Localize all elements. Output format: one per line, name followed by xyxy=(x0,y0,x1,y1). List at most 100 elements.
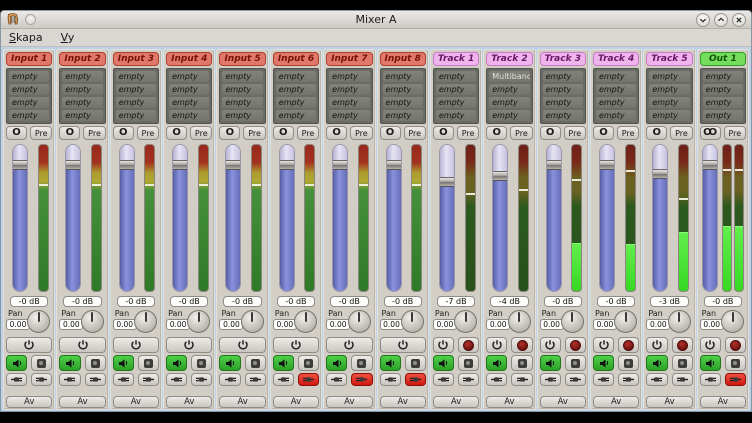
minimize-button[interactable] xyxy=(696,13,710,27)
solo-button[interactable] xyxy=(245,355,266,371)
mute-button[interactable] xyxy=(380,355,401,371)
input-routing-button[interactable] xyxy=(6,373,27,386)
automation-mode-button[interactable]: Av xyxy=(433,396,479,408)
pan-knob[interactable] xyxy=(454,310,477,333)
effect-slot[interactable]: empty xyxy=(436,110,476,121)
output-routing-button[interactable] xyxy=(245,373,266,386)
pan-knob[interactable] xyxy=(614,310,637,333)
input-routing-button[interactable] xyxy=(433,373,454,386)
effect-slot[interactable]: empty xyxy=(9,110,49,121)
effect-slot[interactable]: empty xyxy=(329,71,369,82)
fader-handle[interactable] xyxy=(493,171,507,181)
strip-header[interactable]: Input 7 xyxy=(326,52,372,66)
power-button[interactable] xyxy=(59,337,105,353)
effect-slot[interactable]: empty xyxy=(116,97,156,108)
pan-knob[interactable] xyxy=(668,310,691,333)
power-button[interactable] xyxy=(380,337,426,353)
pre-fader-button[interactable]: Pre xyxy=(30,126,52,140)
input-routing-button[interactable] xyxy=(646,373,667,386)
solo-button[interactable] xyxy=(351,355,372,371)
fader-handle[interactable] xyxy=(66,160,80,170)
solo-button[interactable] xyxy=(458,355,479,371)
fader-handle[interactable] xyxy=(600,160,614,170)
pre-fader-button[interactable]: Pre xyxy=(617,126,639,140)
solo-button[interactable] xyxy=(618,355,639,371)
power-button[interactable] xyxy=(326,337,372,353)
effect-slot[interactable]: empty xyxy=(649,84,689,95)
output-routing-button[interactable] xyxy=(565,373,586,386)
output-routing-button[interactable] xyxy=(298,373,319,386)
effect-slot[interactable]: empty xyxy=(116,110,156,121)
mute-button[interactable] xyxy=(486,355,507,371)
effect-slot[interactable]: empty xyxy=(703,110,743,121)
mute-button[interactable] xyxy=(540,355,561,371)
input-routing-button[interactable] xyxy=(593,373,614,386)
sticky-button[interactable] xyxy=(25,14,36,25)
strip-header[interactable]: Track 3 xyxy=(540,52,586,66)
strip-header[interactable]: Track 2 xyxy=(486,52,532,66)
titlebar[interactable]: Mixer A xyxy=(1,11,751,29)
menu-skapa[interactable]: Skapa xyxy=(9,31,43,44)
effect-slot[interactable]: empty xyxy=(9,71,49,82)
mute-button[interactable] xyxy=(593,355,614,371)
fader-handle[interactable] xyxy=(333,160,347,170)
volume-fader[interactable] xyxy=(119,144,135,292)
output-routing-button[interactable] xyxy=(138,373,159,386)
mono-route-button[interactable]: O xyxy=(6,126,27,140)
strip-header[interactable]: Input 3 xyxy=(113,52,159,66)
input-routing-button[interactable] xyxy=(273,373,294,386)
automation-mode-button[interactable]: Av xyxy=(6,396,52,408)
effect-slot[interactable]: empty xyxy=(596,97,636,108)
mute-button[interactable] xyxy=(59,355,80,371)
close-button[interactable] xyxy=(732,13,746,27)
fader-handle[interactable] xyxy=(13,160,27,170)
effect-slot[interactable]: empty xyxy=(62,71,102,82)
output-routing-button[interactable] xyxy=(511,373,532,386)
volume-fader[interactable] xyxy=(492,144,508,292)
gain-db-value[interactable]: -0 dB xyxy=(117,296,155,307)
input-routing-button[interactable] xyxy=(59,373,80,386)
pre-fader-button[interactable]: Pre xyxy=(510,126,532,140)
record-arm-button[interactable] xyxy=(672,337,693,353)
volume-fader[interactable] xyxy=(386,144,402,292)
volume-fader[interactable] xyxy=(65,144,81,292)
solo-button[interactable] xyxy=(138,355,159,371)
effect-slot[interactable]: empty xyxy=(222,71,262,82)
fader-handle[interactable] xyxy=(280,160,294,170)
input-routing-button[interactable] xyxy=(113,373,134,386)
gain-db-value[interactable]: -0 dB xyxy=(277,296,315,307)
output-routing-button[interactable] xyxy=(31,373,52,386)
pan-value[interactable]: 0.00 xyxy=(380,319,404,330)
effect-slot[interactable]: empty xyxy=(383,84,423,95)
pan-knob[interactable] xyxy=(401,310,424,333)
power-button[interactable] xyxy=(540,337,561,353)
effect-slot[interactable]: empty xyxy=(9,84,49,95)
output-routing-button[interactable] xyxy=(672,373,693,386)
output-routing-button[interactable] xyxy=(725,373,746,386)
effect-slot[interactable]: empty xyxy=(436,84,476,95)
effect-slot[interactable]: empty xyxy=(276,71,316,82)
input-routing-button[interactable] xyxy=(540,373,561,386)
mute-button[interactable] xyxy=(273,355,294,371)
effect-slot[interactable]: empty xyxy=(62,97,102,108)
volume-fader[interactable] xyxy=(332,144,348,292)
pre-fader-button[interactable]: Pre xyxy=(564,126,586,140)
effect-slot[interactable]: empty xyxy=(169,84,209,95)
strip-header[interactable]: Track 4 xyxy=(593,52,639,66)
effect-slot[interactable]: empty xyxy=(436,71,476,82)
strip-header[interactable]: Input 1 xyxy=(6,52,52,66)
mono-route-button[interactable]: O xyxy=(113,126,134,140)
fader-handle[interactable] xyxy=(120,160,134,170)
power-button[interactable] xyxy=(166,337,212,353)
strip-header[interactable]: Input 5 xyxy=(219,52,265,66)
output-routing-button[interactable] xyxy=(351,373,372,386)
pre-fader-button[interactable]: Pre xyxy=(724,126,746,140)
input-routing-button[interactable] xyxy=(700,373,721,386)
output-routing-button[interactable] xyxy=(85,373,106,386)
record-arm-button[interactable] xyxy=(511,337,532,353)
gain-db-value[interactable]: -0 dB xyxy=(223,296,261,307)
mono-route-button[interactable]: O xyxy=(273,126,294,140)
power-button[interactable] xyxy=(646,337,667,353)
input-routing-button[interactable] xyxy=(486,373,507,386)
pan-knob[interactable] xyxy=(721,310,744,333)
